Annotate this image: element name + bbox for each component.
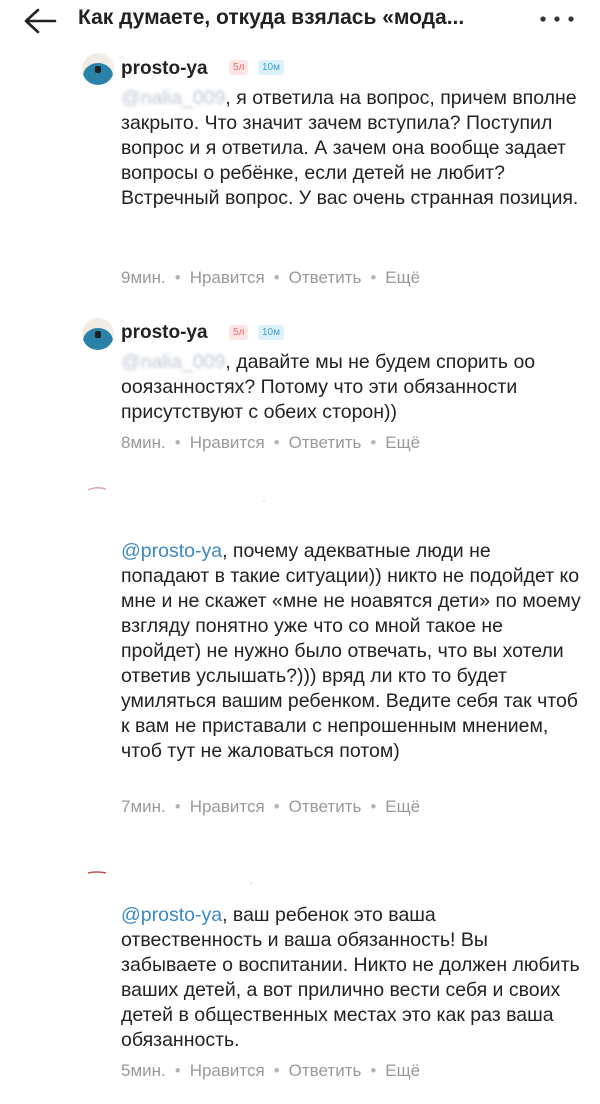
comment-text: @nalia_009, давайте мы не будем спорить …: [121, 351, 536, 423]
comment-username[interactable]: prosto-ya: [121, 58, 208, 80]
mention-link[interactable]: @prosto-ya: [121, 904, 222, 926]
blurred-mention: @nalia_009: [121, 87, 226, 109]
arrow-left-icon[interactable]: [22, 6, 58, 36]
reply-button[interactable]: Ответить: [289, 268, 362, 287]
comment-time: 7мин.: [121, 797, 166, 816]
more-button[interactable]: Ещё: [385, 1061, 420, 1080]
comment-time: 5мин.: [121, 1061, 166, 1080]
like-button[interactable]: Нравится: [190, 797, 265, 816]
avatar[interactable]: [82, 53, 114, 85]
more-button[interactable]: Ещё: [385, 797, 420, 816]
comment-time: 8мин.: [121, 433, 166, 452]
hidden-user-marks: [87, 486, 265, 502]
top-bar: Как думаете, откуда взялась «мода...: [0, 0, 600, 42]
reply-button[interactable]: Ответить: [289, 797, 362, 816]
blurred-mention: @nalia_009: [121, 351, 226, 373]
avatar[interactable]: [82, 318, 114, 350]
like-button[interactable]: Нравится: [190, 1061, 265, 1080]
comment-actions: 9мин. • Нравится • Ответить • Ещё: [121, 268, 421, 287]
comment-actions: 5мин. • Нравится • Ответить • Ещё: [121, 1061, 421, 1080]
reply-button[interactable]: Ответить: [289, 433, 362, 452]
post-title: Как думаете, откуда взялась «мода...: [78, 6, 465, 29]
more-dots-icon[interactable]: [536, 6, 578, 30]
badge-months: 10м: [258, 60, 284, 75]
comment-text: @prosto-ya, ваш ребенок это ваша отвеств…: [121, 904, 580, 1051]
badge-age: 5л: [229, 60, 249, 75]
reply-button[interactable]: Ответить: [289, 1061, 362, 1080]
more-button[interactable]: Ещё: [385, 433, 420, 452]
hidden-user-marks: [87, 871, 252, 884]
like-button[interactable]: Нравится: [190, 268, 265, 287]
more-button[interactable]: Ещё: [385, 268, 420, 287]
like-button[interactable]: Нравится: [190, 433, 265, 452]
comment-text: @nalia_009, я ответила на вопрос, причем…: [121, 87, 579, 209]
badge-age: 5л: [229, 325, 249, 340]
mention-link[interactable]: @prosto-ya: [121, 540, 222, 562]
badge-months: 10м: [258, 325, 284, 340]
comment-actions: 8мин. • Нравится • Ответить • Ещё: [121, 433, 421, 452]
comment-time: 9мин.: [121, 268, 166, 287]
comment-username[interactable]: prosto-ya: [121, 322, 208, 344]
comment-text: @prosto-ya, почему адекватные люди не по…: [121, 540, 581, 762]
comment-actions: 7мин. • Нравится • Ответить • Ещё: [121, 797, 421, 816]
